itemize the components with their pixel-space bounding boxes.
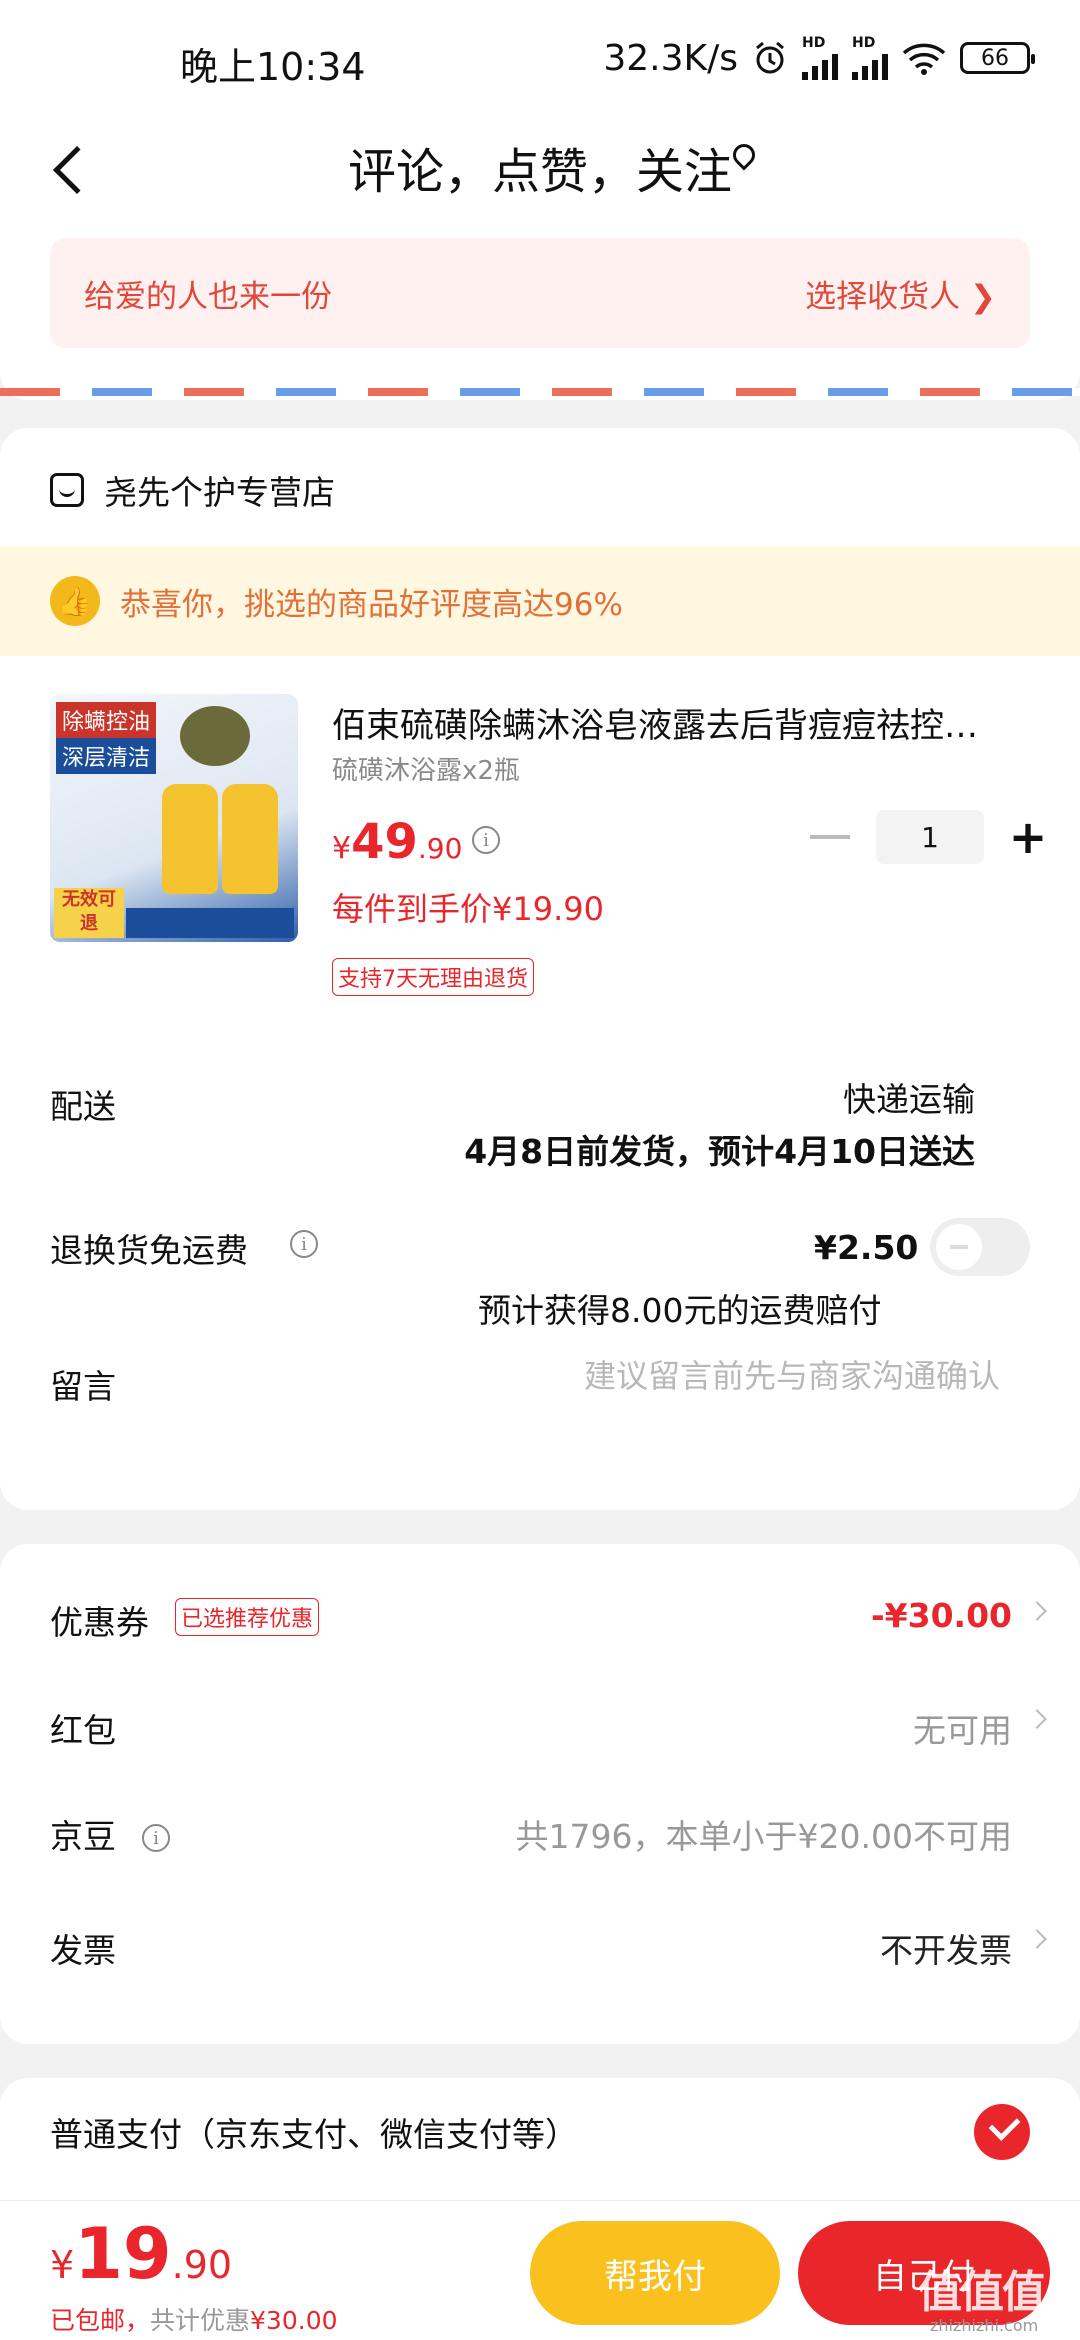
redpacket-row[interactable]: 红包 无可用: [0, 1690, 1080, 1770]
choose-recipient-link[interactable]: 选择收货人 ❯: [805, 271, 996, 316]
coupon-value: -¥30.00: [870, 1596, 1012, 1635]
store-header[interactable]: 尧先个护专营店: [50, 466, 335, 514]
store-icon: [50, 473, 84, 507]
gift-prompt: 给爱的人也来一份: [84, 278, 332, 315]
network-speed: 32.3K/s: [603, 37, 738, 79]
shipping-method: 快递运输: [843, 1080, 975, 1119]
return-fee-label: 退换货免运费: [50, 1231, 248, 1270]
coupon-row[interactable]: 优惠券 已选推荐优惠 -¥30.00: [0, 1582, 1080, 1662]
invoice-label: 发票: [50, 1931, 116, 1970]
watermark-url: zhizhizhi.com: [930, 2316, 1039, 2335]
hd-label: HD: [802, 35, 826, 51]
message-label: 留言: [50, 1367, 116, 1406]
chevron-right-icon: [1027, 1929, 1047, 1949]
status-time: 晚上10:34: [180, 45, 366, 89]
invoice-value: 不开发票: [880, 1931, 1012, 1970]
praise-banner: 👍 恭喜你，挑选的商品好评度高达96%: [0, 546, 1080, 656]
product-image-text: 除螨控油: [56, 702, 157, 738]
message-input[interactable]: [440, 1346, 1000, 1406]
info-icon[interactable]: i: [290, 1230, 318, 1258]
decrease-button[interactable]: [810, 835, 850, 839]
product-image-text: 深层清洁: [56, 738, 157, 774]
return-fee-amount: ¥2.50: [814, 1228, 919, 1267]
jd-beans-row: 京豆 i 共1796，本单小于¥20.00不可用: [0, 1796, 1080, 1876]
quantity-value[interactable]: 1: [876, 810, 984, 864]
redpacket-value: 无可用: [913, 1711, 1012, 1750]
payment-method-label: 普通支付（京东支付、微信支付等）: [50, 2115, 578, 2154]
payment-method-row[interactable]: 普通支付（京东支付、微信支付等）: [0, 2078, 1080, 2218]
watermark-logo: 值值值: [918, 2267, 1046, 2318]
wifi-icon: [902, 43, 946, 75]
product-image[interactable]: 除螨控油 深层清洁 无效可退: [50, 694, 298, 942]
redpacket-label: 红包: [50, 1711, 116, 1750]
unit-final-price: 每件到手价¥19.90: [332, 890, 604, 928]
hd-label: HD: [852, 35, 876, 51]
invoice-row[interactable]: 发票 不开发票: [0, 1910, 1080, 1990]
signal-icon: [852, 50, 888, 80]
status-bar: 晚上10:34 32.3K/s HD HD 66: [0, 0, 1080, 120]
return-policy-tag: 支持7天无理由退货: [332, 958, 534, 996]
status-icons: 32.3K/s HD HD 66: [603, 35, 1035, 80]
page-title: 评论，点赞，关注: [347, 144, 732, 200]
signal-icon: [802, 50, 838, 80]
coupon-tag: 已选推荐优惠: [175, 1598, 320, 1636]
quantity-stepper: 1 +: [810, 810, 1050, 864]
coupon-label: 优惠券: [50, 1603, 149, 1642]
gift-for-loved-one-bar[interactable]: 给爱的人也来一份 选择收货人 ❯: [50, 238, 1030, 348]
chevron-right-icon: [1027, 1709, 1047, 1729]
airmail-border: [0, 388, 1080, 396]
thumbs-up-icon: 👍: [50, 576, 100, 626]
jd-beans-value: 共1796，本单小于¥20.00不可用: [515, 1817, 1012, 1856]
jd-beans-label: 京豆: [50, 1817, 116, 1856]
shipping-info[interactable]: 快递运输 4月8日前发货，预计4月10日送达: [464, 1074, 975, 1178]
return-fee-toggle[interactable]: [930, 1218, 1030, 1276]
total-price: ¥ 19 .90: [50, 2213, 233, 2295]
product-price: ¥ 49 .90: [332, 814, 463, 870]
gift-section: 给爱的人也来一份 选择收货人 ❯: [0, 230, 1080, 400]
help-me-pay-button[interactable]: 帮我付: [530, 2221, 780, 2325]
alarm-icon: [756, 41, 784, 74]
nav-header: 评论，点赞，关注: [0, 110, 1080, 230]
product-title[interactable]: 佰束硫磺除螨沐浴皂液露去后背痘痘祛控…: [332, 698, 1032, 747]
shipping-eta: 4月8日前发货，预计4月10日送达: [464, 1132, 975, 1171]
product-image-badge: 无效可退: [54, 888, 124, 938]
store-name: 尧先个护专营店: [104, 473, 335, 512]
info-icon[interactable]: i: [142, 1824, 170, 1852]
chevron-right-icon: [1027, 1601, 1047, 1621]
total-note: 已包邮，共计优惠¥30.00: [50, 2306, 338, 2335]
increase-button[interactable]: +: [1006, 810, 1050, 864]
praise-text: 恭喜你，挑选的商品好评度高达96%: [120, 586, 623, 623]
discount-card: 优惠券 已选推荐优惠 -¥30.00 红包 无可用 京豆 i 共1796，本单小…: [0, 1544, 1080, 2044]
shipping-label: 配送: [50, 1087, 116, 1126]
order-card: 尧先个护专营店 👍 恭喜你，挑选的商品好评度高达96% 除螨控油 深层清洁 无效…: [0, 428, 1080, 1510]
product-spec[interactable]: 硫磺沐浴露x2瓶: [332, 750, 520, 787]
battery-icon: 66: [960, 42, 1035, 74]
info-icon[interactable]: i: [472, 826, 500, 854]
return-fee-note: 预计获得8.00元的运费赔付: [478, 1291, 882, 1330]
checkmark-icon[interactable]: [974, 2104, 1030, 2160]
